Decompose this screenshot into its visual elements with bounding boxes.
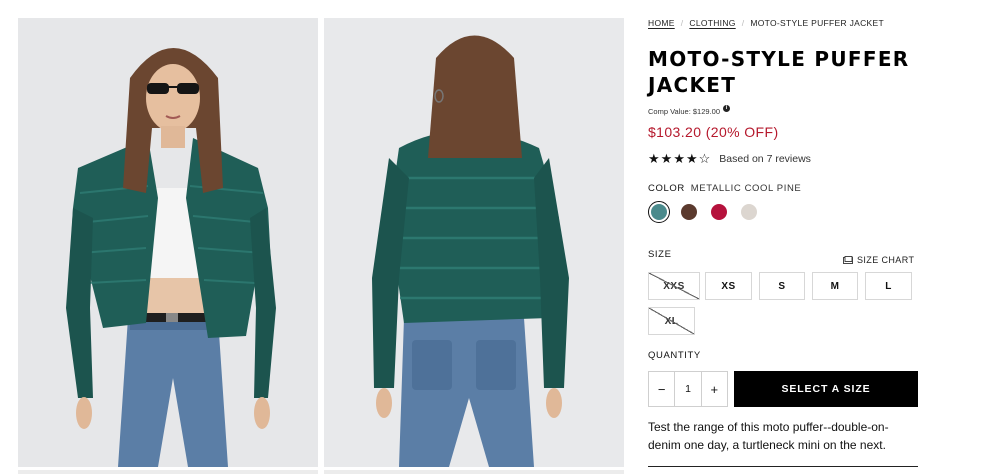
comp-value: Comp Value: $129.00 i [648, 105, 730, 116]
quantity-input[interactable]: 1 [674, 372, 702, 406]
product-description: Test the range of this moto puffer--doub… [648, 420, 889, 452]
color-swatch-dot [651, 204, 667, 220]
size-option-m[interactable]: M [812, 272, 858, 300]
breadcrumb-separator: / [680, 18, 684, 28]
select-size-button[interactable]: SELECT A SIZE [734, 371, 918, 407]
breadcrumb: HOME / CLOTHING / MOTO-STYLE PUFFER JACK… [648, 18, 884, 28]
model-back-illustration [324, 18, 624, 467]
size-chart-link[interactable]: SIZE CHART [843, 255, 914, 265]
product-price: $103.20 (20% OFF) [648, 124, 779, 140]
ruler-icon [843, 256, 853, 264]
size-chart-label: SIZE CHART [857, 255, 915, 265]
breadcrumb-home[interactable]: HOME [648, 18, 675, 28]
color-swatch-dot [741, 204, 757, 220]
size-option-xs[interactable]: XS [705, 272, 752, 300]
breadcrumb-current: MOTO-STYLE PUFFER JACKET [750, 18, 884, 28]
quantity-decrease-button[interactable]: − [649, 372, 674, 406]
star-rating: ★ ★ ★ ★ ☆ [648, 152, 710, 166]
color-swatch[interactable] [648, 201, 670, 223]
reviews-link[interactable]: Based on 7 reviews [719, 153, 811, 165]
product-title: MOTO-STYLE PUFFER JACKET [648, 47, 910, 97]
gallery-strip [324, 470, 624, 474]
color-swatch[interactable] [738, 201, 760, 223]
star-empty-icon: ☆ [698, 151, 711, 166]
quantity-label: QUANTITY [648, 350, 701, 361]
size-option-l[interactable]: L [865, 272, 912, 300]
gallery-strip [18, 470, 318, 474]
star-full-icon: ★ [648, 151, 660, 166]
breadcrumb-separator: / [741, 18, 745, 28]
divider [648, 466, 918, 467]
color-swatches [648, 201, 760, 223]
color-swatch[interactable] [678, 201, 700, 223]
color-label: COLOR [648, 183, 685, 194]
product-image-front[interactable] [18, 18, 318, 467]
comp-value-text: Comp Value: $129.00 [648, 107, 720, 116]
size-label: SIZE [648, 249, 672, 260]
info-icon[interactable]: i [723, 105, 730, 112]
size-option-xl[interactable]: XL [648, 307, 695, 335]
quantity-stepper: − 1 + [648, 371, 728, 407]
color-selector-label: COLOR METALLIC COOL PINE [648, 183, 801, 194]
model-front-illustration [18, 18, 318, 467]
breadcrumb-clothing[interactable]: CLOTHING [689, 18, 735, 28]
star-full-icon: ★ [660, 151, 673, 166]
star-full-icon: ★ [685, 151, 698, 166]
size-option-xxs[interactable]: XXS [648, 272, 700, 300]
product-image-back[interactable] [324, 18, 624, 467]
color-swatch-dot [711, 204, 727, 220]
size-option-s[interactable]: S [759, 272, 805, 300]
color-swatch[interactable] [708, 201, 730, 223]
product-rating[interactable]: ★ ★ ★ ★ ☆ Based on 7 reviews [648, 152, 811, 166]
star-full-icon: ★ [673, 151, 685, 166]
color-swatch-dot [681, 204, 697, 220]
quantity-increase-button[interactable]: + [702, 372, 727, 406]
color-selected-name: METALLIC COOL PINE [690, 183, 802, 194]
